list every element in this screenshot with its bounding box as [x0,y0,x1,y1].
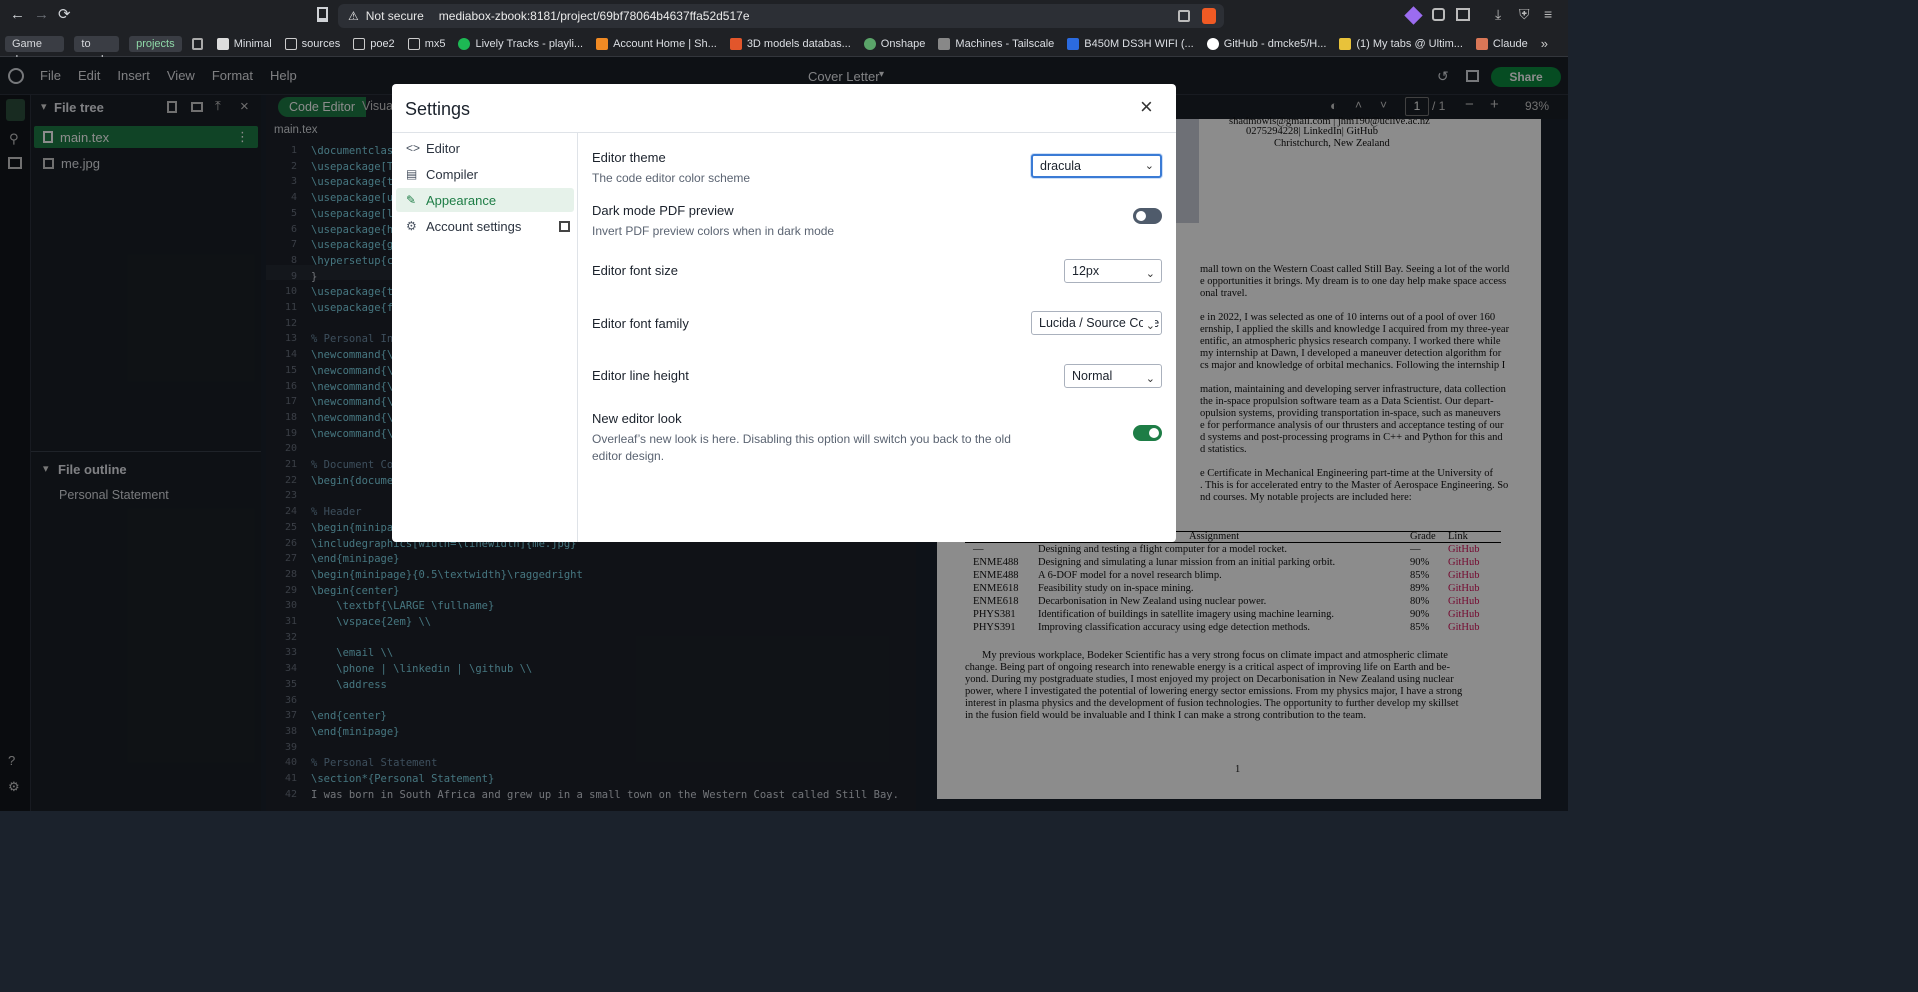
setting-dark-pdf: Dark mode PDF preview Invert PDF preview… [592,203,1012,240]
bookmark-item[interactable]: sources [284,37,340,50]
modal-divider [392,132,1176,133]
download-icon[interactable]: ⤓ [1495,6,1501,23]
bookmark-item[interactable]: mx5 [407,37,445,50]
setting-title: Editor font size [592,263,678,278]
font-family-select[interactable]: Lucida / Source Code Pro ⌄ [1031,311,1162,335]
bookmark-chip[interactable]: to read [74,35,120,66]
code-icon: <> [406,141,421,155]
settings-title: Settings [405,99,471,119]
settings-modal: Settings × <> Editor ▤ Compiler ✎ Appear… [392,84,1176,542]
dark-pdf-toggle[interactable] [1133,208,1162,224]
reload-icon[interactable]: ⟳ [58,5,71,23]
puzzle-icon[interactable] [1432,8,1445,21]
nav-label: Compiler [426,166,479,182]
bookmark-item[interactable]: 3D models databas... [729,37,851,50]
setting-line-height: Editor line height [592,368,689,383]
bookmark-item[interactable]: poe2 [353,37,395,50]
setting-description: Overleaf’s new look is here. Disabling t… [592,432,1011,463]
nav-label: Editor [426,140,460,156]
setting-editor-theme: Editor theme The code editor color schem… [592,150,1012,187]
settings-nav-account[interactable]: ⚙ Account settings [396,214,574,238]
setting-title: Editor theme [592,150,666,165]
extension-icon[interactable] [1404,6,1423,25]
chevron-down-icon: ⌄ [1144,160,1154,172]
external-link-icon [559,220,570,232]
security-label: Not secure [365,9,424,23]
address-bar[interactable]: ⚠ Not secure mediabox-zbook:8181/project… [338,4,1224,28]
font-size-select[interactable]: 12px ⌄ [1064,259,1162,283]
line-height-select[interactable]: Normal ⌄ [1064,364,1162,388]
back-icon[interactable]: ← [10,6,25,23]
share-page-icon[interactable] [1178,10,1190,22]
setting-title: Editor font family [592,316,689,331]
select-value: Normal [1072,369,1113,383]
close-icon[interactable]: × [1140,94,1153,120]
bookmark-item[interactable]: Minimal [216,37,272,50]
browser-toolbar: ← → ⟳ ⚠ Not secure mediabox-zbook:8181/p… [0,0,1568,31]
settings-nav-compiler[interactable]: ▤ Compiler [396,162,574,186]
warning-icon: ⚠ [348,9,359,23]
new-look-toggle[interactable] [1133,425,1162,441]
forward-icon[interactable]: → [34,6,49,23]
setting-title: New editor look [592,411,682,426]
setting-font-family: Editor font family [592,316,689,331]
modal-sidebar-divider [577,133,578,542]
bookmark-chip[interactable]: projects [129,35,182,52]
bookmark-item[interactable]: (1) My tabs @ Ultim... [1339,37,1463,50]
setting-title: Dark mode PDF preview [592,203,734,218]
bookmark-item[interactable]: B450M DS3H WIFI (... [1067,37,1194,50]
settings-nav-editor[interactable]: <> Editor [396,136,574,160]
shield-icon[interactable]: ⛨ [1519,6,1530,23]
bookmark-item[interactable]: Machines - Tailscale [938,37,1054,50]
nav-label: Appearance [426,192,497,208]
bookmark-item[interactable]: GitHub - dmcke5/H... [1206,37,1326,50]
bookmark-item[interactable]: Onshape [863,37,925,50]
bookmark-item[interactable]: Account Home | Sh... [596,37,717,50]
setting-description: The code editor color scheme [592,171,751,185]
nav-label: Account settings [426,218,522,234]
brave-shield-icon[interactable] [1202,8,1216,24]
brush-icon: ✎ [406,193,417,207]
chevron-down-icon: ⌄ [1145,268,1155,280]
url-text[interactable]: mediabox-zbook:8181/project/69bf78064b46… [439,9,750,23]
select-value: 12px [1072,264,1100,278]
chevron-down-icon: ⌄ [1142,315,1155,334]
setting-new-look: New editor look Overleaf’s new look is h… [592,411,1032,465]
document-icon: ▤ [406,167,418,181]
toggle-knob [1136,211,1146,221]
bookmark-item[interactable]: Lively Tracks - playli... [458,37,583,50]
wallet-icon[interactable] [1456,8,1470,21]
chevron-down-icon: ⌄ [1145,373,1155,385]
bookmark-icon[interactable] [317,7,328,22]
apps-icon[interactable] [191,37,203,50]
setting-font-size: Editor font size [592,263,678,278]
editor-theme-select[interactable]: dracula ⌄ [1031,154,1162,178]
toggle-knob [1149,428,1159,438]
select-value: dracula [1040,159,1081,173]
bookmarks-bar: Game dev to read projects Minimal source… [0,31,1568,66]
bookmark-item[interactable]: Claude [1475,37,1528,50]
settings-nav-appearance[interactable]: ✎ Appearance [396,188,574,212]
gear-icon: ⚙ [406,219,417,233]
setting-description: Invert PDF preview colors when in dark m… [592,224,835,238]
bookmark-chip[interactable]: Game dev [5,35,65,66]
setting-title: Editor line height [592,368,689,383]
more-bookmarks-icon[interactable]: » [1541,36,1548,51]
menu-icon[interactable]: ≡ [1544,6,1552,22]
